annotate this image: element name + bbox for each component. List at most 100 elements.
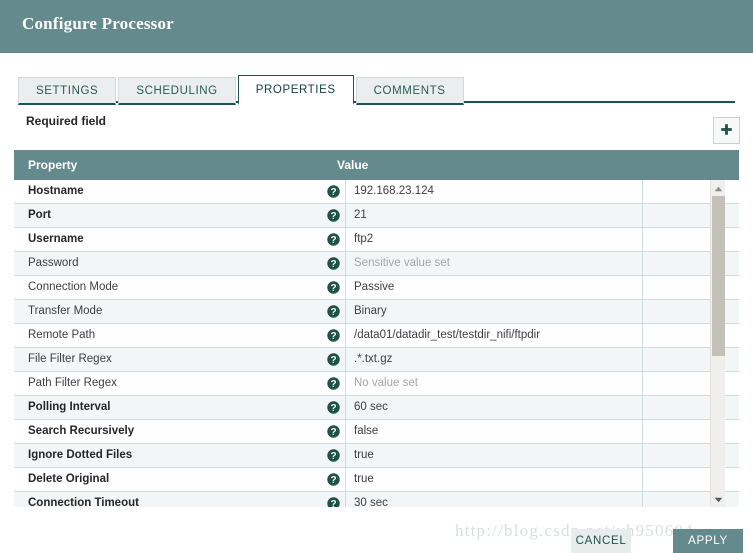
column-divider — [345, 348, 346, 371]
table-header-row: Property Value — [14, 150, 739, 180]
properties-toolbar: Required field — [0, 103, 753, 150]
column-divider — [345, 300, 346, 323]
svg-text:?: ? — [330, 451, 336, 462]
svg-text:?: ? — [330, 283, 336, 294]
property-name-cell: Password — [14, 252, 332, 275]
question-mark-icon[interactable]: ? — [327, 257, 340, 270]
column-divider — [345, 204, 346, 227]
add-property-button[interactable] — [713, 117, 740, 144]
svg-text:?: ? — [330, 475, 336, 486]
property-value-cell[interactable]: 60 sec — [354, 396, 640, 419]
question-mark-icon[interactable]: ? — [327, 305, 340, 318]
plus-icon — [719, 123, 734, 138]
property-value-cell[interactable]: false — [354, 420, 640, 443]
property-name-cell: Connection Mode — [14, 276, 332, 299]
property-value-cell[interactable]: .*.txt.gz — [354, 348, 640, 371]
property-name-cell: Remote Path — [14, 324, 332, 347]
property-value-cell[interactable]: No value set — [354, 372, 640, 395]
question-mark-icon[interactable]: ? — [327, 377, 340, 390]
svg-text:?: ? — [330, 259, 336, 270]
property-value-cell[interactable]: /data01/datadir_test/testdir_nifi/ftpdir — [354, 324, 640, 347]
table-row[interactable]: Password? Sensitive value set — [14, 252, 739, 276]
svg-text:?: ? — [330, 331, 336, 342]
column-divider — [345, 492, 346, 507]
svg-text:?: ? — [330, 307, 336, 318]
column-header-value: Value — [337, 150, 368, 180]
triangle-down-icon — [714, 490, 723, 508]
question-mark-icon[interactable]: ? — [327, 473, 340, 486]
table-row[interactable]: Remote Path? /data01/datadir_test/testdir… — [14, 324, 739, 348]
column-header-property: Property — [28, 150, 77, 180]
property-value-cell[interactable]: 30 sec — [354, 492, 640, 507]
svg-text:?: ? — [330, 403, 336, 414]
scrollbar-thumb[interactable] — [712, 196, 725, 356]
question-mark-icon[interactable]: ? — [327, 425, 340, 438]
column-divider — [345, 468, 346, 491]
scroll-up-button[interactable] — [711, 181, 725, 195]
table-row[interactable]: Path Filter Regex? No value set — [14, 372, 739, 396]
dialog-titlebar: Configure Processor — [0, 0, 753, 53]
table-row[interactable]: Connection Timeout? 30 sec — [14, 492, 739, 507]
properties-table: Property Value Hostname?192.168.23.124Po… — [14, 150, 739, 507]
question-mark-icon[interactable]: ? — [327, 233, 340, 246]
table-body: Hostname?192.168.23.124Port?21Username?f… — [14, 180, 739, 507]
property-name-cell: Connection Timeout — [14, 492, 332, 507]
property-name-cell: Path Filter Regex — [14, 372, 332, 395]
question-mark-icon[interactable]: ? — [327, 329, 340, 342]
column-divider — [345, 372, 346, 395]
tab-scheduling[interactable]: SCHEDULING — [118, 77, 235, 105]
table-row[interactable]: Username? ftp2 — [14, 228, 739, 252]
table-row[interactable]: Hostname?192.168.23.124 — [14, 180, 739, 204]
column-divider — [345, 324, 346, 347]
property-name-cell: Username — [14, 228, 332, 251]
property-value-cell[interactable]: true — [354, 444, 640, 467]
property-name-cell: Ignore Dotted Files — [14, 444, 332, 467]
table-row[interactable]: Delete Original? true — [14, 468, 739, 492]
table-row[interactable]: Polling Interval? 60 sec — [14, 396, 739, 420]
property-value-cell[interactable]: Binary — [354, 300, 640, 323]
question-mark-icon[interactable]: ? — [327, 185, 340, 198]
tab-strip: SETTINGSSCHEDULINGPROPERTIESCOMMENTS — [0, 53, 753, 99]
property-value-cell[interactable]: Sensitive value set — [354, 252, 640, 275]
scroll-down-button[interactable] — [711, 492, 725, 506]
property-value-cell[interactable]: 21 — [354, 204, 640, 227]
property-name-cell: Delete Original — [14, 468, 332, 491]
triangle-up-icon — [714, 179, 723, 197]
table-scrollbar[interactable] — [710, 180, 725, 507]
svg-text:?: ? — [330, 355, 336, 366]
dialog-title: Configure Processor — [22, 14, 174, 34]
property-name-cell: Transfer Mode — [14, 300, 332, 323]
configure-processor-dialog: Configure Processor SETTINGSSCHEDULINGPR… — [0, 0, 753, 553]
property-name-cell: File Filter Regex — [14, 348, 332, 371]
property-value-cell[interactable]: 192.168.23.124 — [354, 180, 640, 203]
property-value-cell[interactable]: Passive — [354, 276, 640, 299]
table-row[interactable]: Transfer Mode? Binary — [14, 300, 739, 324]
svg-text:?: ? — [330, 235, 336, 246]
table-row[interactable]: Search Recursively? false — [14, 420, 739, 444]
tab-comments[interactable]: COMMENTS — [356, 77, 464, 105]
tab-settings[interactable]: SETTINGS — [18, 77, 116, 105]
question-mark-icon[interactable]: ? — [327, 209, 340, 222]
tab-properties[interactable]: PROPERTIES — [238, 75, 354, 105]
cancel-button[interactable]: CANCEL — [571, 529, 631, 553]
required-field-label: Required field — [26, 114, 106, 128]
question-mark-icon[interactable]: ? — [327, 401, 340, 414]
svg-text:?: ? — [330, 187, 336, 198]
question-mark-icon[interactable]: ? — [327, 353, 340, 366]
svg-text:?: ? — [330, 379, 336, 390]
question-mark-icon[interactable]: ? — [327, 449, 340, 462]
property-name-cell: Polling Interval — [14, 396, 332, 419]
table-row[interactable]: Connection Mode? Passive — [14, 276, 739, 300]
table-row[interactable]: Ignore Dotted Files? true — [14, 444, 739, 468]
table-row[interactable]: File Filter Regex? .*.txt.gz — [14, 348, 739, 372]
column-divider — [345, 180, 346, 203]
table-row[interactable]: Port?21 — [14, 204, 739, 228]
column-divider — [345, 228, 346, 251]
property-value-cell[interactable]: true — [354, 468, 640, 491]
question-mark-icon[interactable]: ? — [327, 497, 340, 507]
property-name-cell: Search Recursively — [14, 420, 332, 443]
property-value-cell[interactable]: ftp2 — [354, 228, 640, 251]
apply-button[interactable]: APPLY — [673, 529, 743, 553]
question-mark-icon[interactable]: ? — [327, 281, 340, 294]
svg-text:?: ? — [330, 211, 336, 222]
